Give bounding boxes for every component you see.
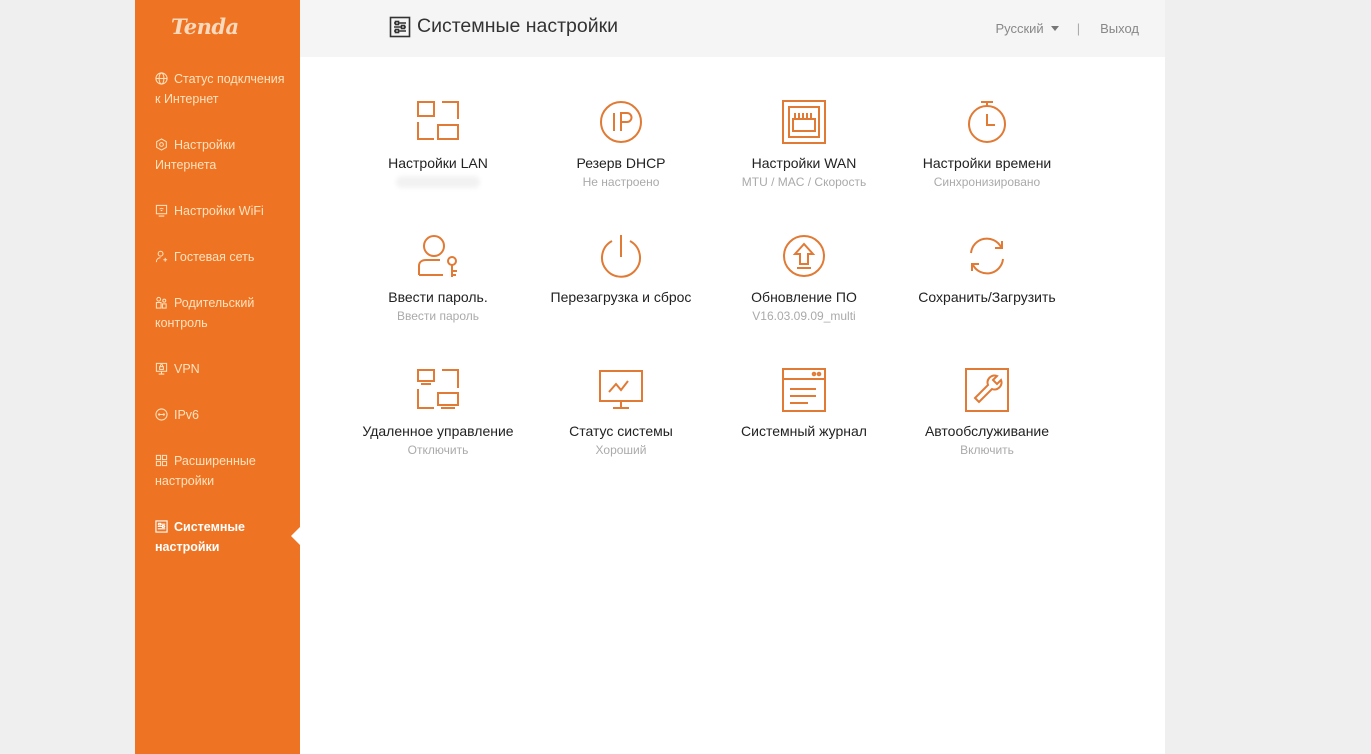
active-indicator bbox=[291, 527, 300, 545]
gear-hex-icon bbox=[155, 138, 168, 151]
tile-title: Удаленное управление bbox=[362, 423, 514, 439]
wifi-screen-icon bbox=[155, 204, 168, 217]
ip-icon bbox=[600, 101, 642, 143]
sidebar-nav: Статус подклчения к Интернет Настройки И… bbox=[135, 68, 300, 557]
monitor-icon bbox=[599, 370, 643, 409]
tile-title: Настройки времени bbox=[922, 155, 1052, 171]
sidebar-item-parental[interactable]: Родительский контроль bbox=[135, 293, 300, 333]
stopwatch-icon bbox=[968, 101, 1006, 143]
system-settings-icon bbox=[389, 16, 411, 37]
ipv6-icon bbox=[155, 408, 168, 421]
chevron-down-icon bbox=[1050, 26, 1059, 31]
tile-lan-settings[interactable]: Настройки LAN bbox=[348, 99, 528, 188]
wrench-icon bbox=[965, 368, 1009, 412]
grid-icon bbox=[155, 454, 168, 467]
tile-title: Сохранить/Загрузить bbox=[918, 289, 1056, 305]
tile-subtitle bbox=[531, 309, 711, 323]
sidebar-item-vpn[interactable]: VPN bbox=[135, 359, 300, 379]
sidebar-item-label: Гостевая сеть bbox=[174, 250, 255, 264]
tile-firmware-upgrade[interactable]: Обновление ПО V16.03.09.09_multi bbox=[714, 233, 894, 323]
vpn-icon bbox=[155, 362, 168, 375]
lan-icon bbox=[417, 101, 459, 140]
logout-link[interactable]: Выход bbox=[1100, 21, 1139, 36]
power-icon bbox=[601, 235, 641, 278]
tile-subtitle: Включить bbox=[960, 443, 1014, 457]
sidebar-item-label: Настройки WiFi bbox=[174, 204, 264, 218]
globe-icon bbox=[155, 72, 168, 85]
sidebar-item-system-settings[interactable]: Системные настройки bbox=[135, 517, 300, 557]
system-settings-icon bbox=[155, 520, 168, 533]
main-content: Системные настройки Русский | Выход Наст… bbox=[300, 0, 1165, 754]
tile-subtitle bbox=[897, 309, 1077, 323]
sidebar-item-guest[interactable]: Гостевая сеть bbox=[135, 247, 300, 267]
tile-title: Автообслуживание bbox=[924, 423, 1050, 439]
sidebar-item-label: Системные настройки bbox=[155, 520, 245, 554]
tile-title: Системный журнал bbox=[741, 423, 867, 439]
sidebar-item-internet-settings[interactable]: Настройки Интернета bbox=[135, 135, 300, 175]
tile-title: Ввести пароль. bbox=[388, 289, 488, 305]
sidebar-item-label: VPN bbox=[174, 362, 200, 376]
tile-subtitle: MTU / MAC / Скорость bbox=[741, 175, 867, 189]
tile-remote-management[interactable]: Удаленное управление Отключить bbox=[348, 367, 528, 457]
divider: | bbox=[1076, 21, 1081, 36]
page-title: Системные настройки bbox=[389, 15, 618, 38]
tile-reboot-reset[interactable]: Перезагрузка и сброс bbox=[531, 233, 711, 323]
tile-auto-maintenance[interactable]: Автообслуживание Включить bbox=[897, 367, 1077, 457]
tile-dhcp-reservation[interactable]: Резерв DHCP Не настроено bbox=[531, 99, 711, 189]
remote-icon bbox=[417, 369, 459, 409]
page-title-text: Системные настройки bbox=[417, 15, 619, 37]
tile-title: Обновление ПО bbox=[751, 289, 857, 305]
upgrade-icon bbox=[783, 235, 825, 277]
tile-subtitle bbox=[714, 443, 894, 457]
header: Системные настройки Русский | Выход bbox=[300, 0, 1165, 57]
parental-icon bbox=[155, 296, 168, 309]
sidebar: Tenda Статус подклчения к Интернет Настр… bbox=[135, 0, 300, 754]
sidebar-item-label: Расширенные настройки bbox=[155, 454, 256, 488]
tile-system-log[interactable]: Системный журнал bbox=[714, 367, 894, 457]
log-icon bbox=[782, 368, 826, 412]
sidebar-item-internet-status[interactable]: Статус подклчения к Интернет bbox=[135, 69, 300, 109]
tile-subtitle: V16.03.09.09_multi bbox=[752, 309, 856, 323]
user-key-icon bbox=[418, 235, 457, 277]
tile-subtitle: Синхронизировано bbox=[933, 175, 1041, 189]
tile-title: Статус системы bbox=[569, 423, 673, 439]
language-select[interactable]: Русский bbox=[995, 21, 1059, 36]
tile-subtitle: Ввести пароль bbox=[397, 309, 479, 323]
tile-subtitle: Хороший bbox=[595, 443, 647, 457]
tile-subtitle: Не настроено bbox=[582, 175, 660, 189]
sidebar-item-label: Статус подклчения к Интернет bbox=[155, 72, 285, 106]
guest-user-icon bbox=[155, 250, 168, 263]
sidebar-item-ipv6[interactable]: IPv6 bbox=[135, 405, 300, 425]
tile-system-status[interactable]: Статус системы Хороший bbox=[531, 367, 711, 457]
sidebar-item-wifi[interactable]: Настройки WiFi bbox=[135, 201, 300, 221]
tenda-logo: Tenda bbox=[171, 14, 239, 39]
tile-wan-settings[interactable]: Настройки WAN MTU / MAC / Скорость bbox=[714, 99, 894, 189]
tile-title: Настройки WAN bbox=[751, 155, 857, 171]
tile-subtitle: Отключить bbox=[407, 443, 469, 457]
tile-backup-restore[interactable]: Сохранить/Загрузить bbox=[897, 233, 1077, 323]
tile-title: Настройки LAN bbox=[388, 155, 488, 171]
ethernet-port-icon bbox=[782, 100, 826, 144]
tile-title: Резерв DHCP bbox=[576, 155, 666, 171]
tile-time-settings[interactable]: Настройки времени Синхронизировано bbox=[897, 99, 1077, 189]
tile-subtitle-blurred bbox=[396, 176, 480, 188]
tile-title: Перезагрузка и сброс bbox=[550, 289, 692, 305]
sidebar-item-advanced[interactable]: Расширенные настройки bbox=[135, 451, 300, 491]
sync-icon bbox=[970, 237, 1004, 275]
language-label: Русский bbox=[995, 21, 1044, 36]
header-actions: Русский | Выход bbox=[995, 21, 1139, 36]
tile-password[interactable]: Ввести пароль. Ввести пароль bbox=[348, 233, 528, 323]
sidebar-item-label: Родительский контроль bbox=[155, 296, 255, 330]
sidebar-item-label: IPv6 bbox=[174, 408, 200, 422]
